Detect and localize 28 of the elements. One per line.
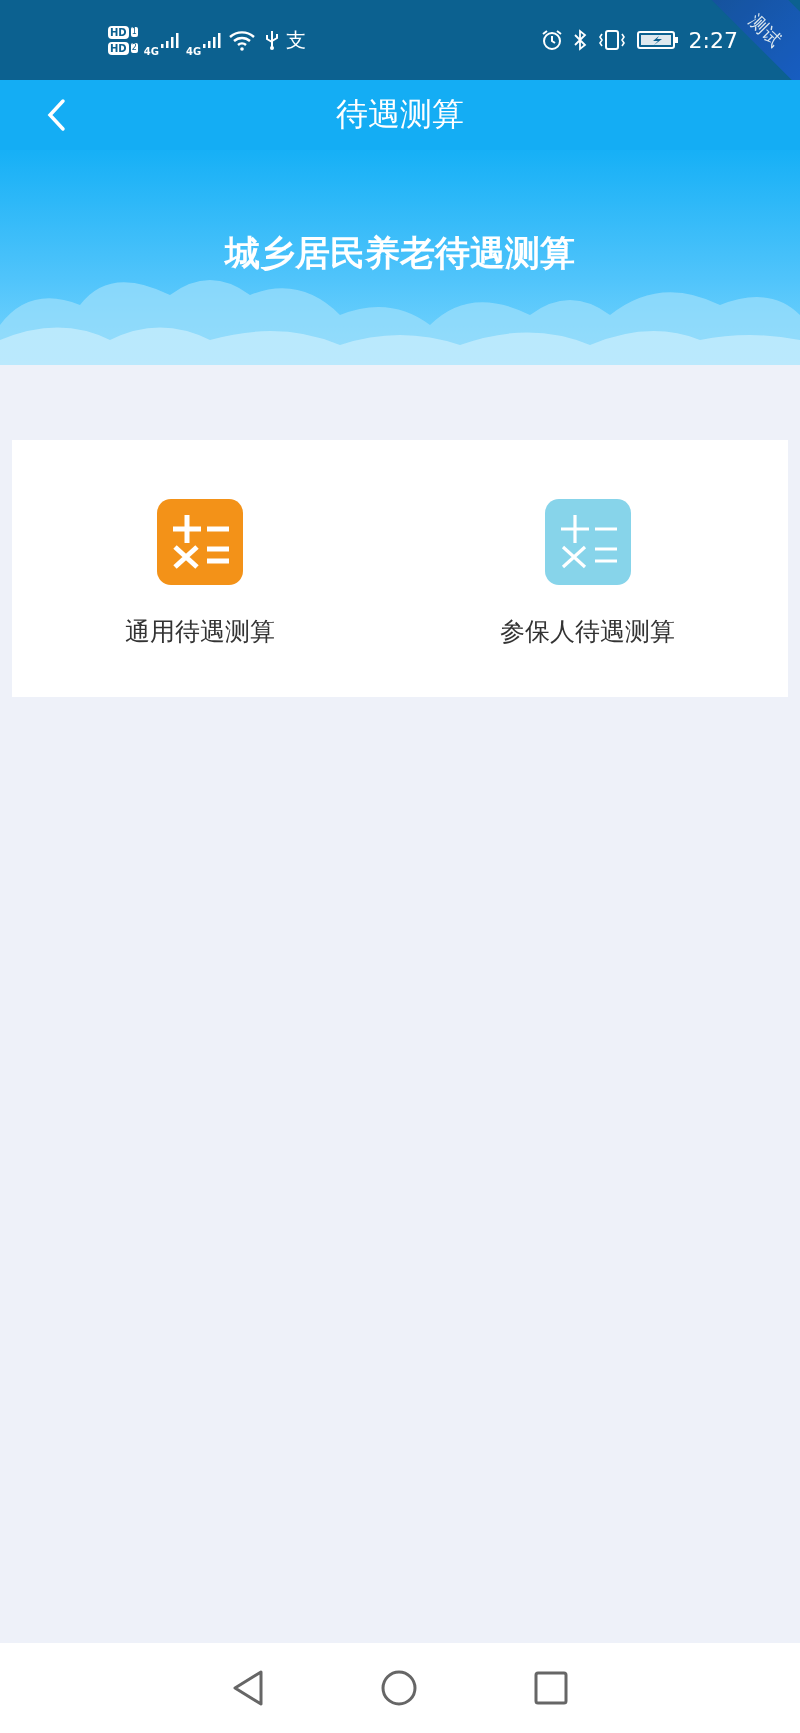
- triangle-back-icon: [231, 1669, 265, 1707]
- calculator-option[interactable]: 参保人待遇测算: [480, 499, 696, 648]
- recents-nav-button[interactable]: [533, 1670, 569, 1706]
- chevron-left-icon: [46, 98, 66, 132]
- square-recents-icon: [533, 1670, 569, 1706]
- sim-badge: HD: [108, 41, 129, 55]
- calculator-option[interactable]: 通用待遇测算: [104, 499, 295, 648]
- sim-slot: 2: [130, 43, 138, 53]
- signal-icon: [159, 31, 180, 49]
- app-notification-glyph: 支: [286, 26, 307, 54]
- home-nav-button[interactable]: [380, 1669, 418, 1707]
- clock-time: 2:27: [688, 27, 738, 53]
- network-type: 4G: [143, 45, 159, 57]
- option-label: 通用待遇测算: [124, 616, 275, 648]
- sim-slot: 1: [130, 27, 138, 37]
- page-title: 待遇测算: [336, 94, 464, 135]
- bluetooth-icon: [572, 29, 587, 51]
- back-nav-button[interactable]: [231, 1669, 265, 1707]
- circle-home-icon: [380, 1669, 418, 1707]
- option-label: 参保人待遇测算: [500, 616, 676, 648]
- banner-title: 城乡居民养老待遇测算: [225, 232, 575, 275]
- sim-badge: HD: [108, 25, 129, 39]
- vibrate-icon: [596, 29, 627, 51]
- usb-icon: [264, 29, 281, 51]
- alarm-icon: [540, 29, 563, 51]
- signal-icon: [202, 31, 223, 49]
- battery-charging-icon: [636, 29, 679, 51]
- network-type: 4G: [185, 45, 202, 57]
